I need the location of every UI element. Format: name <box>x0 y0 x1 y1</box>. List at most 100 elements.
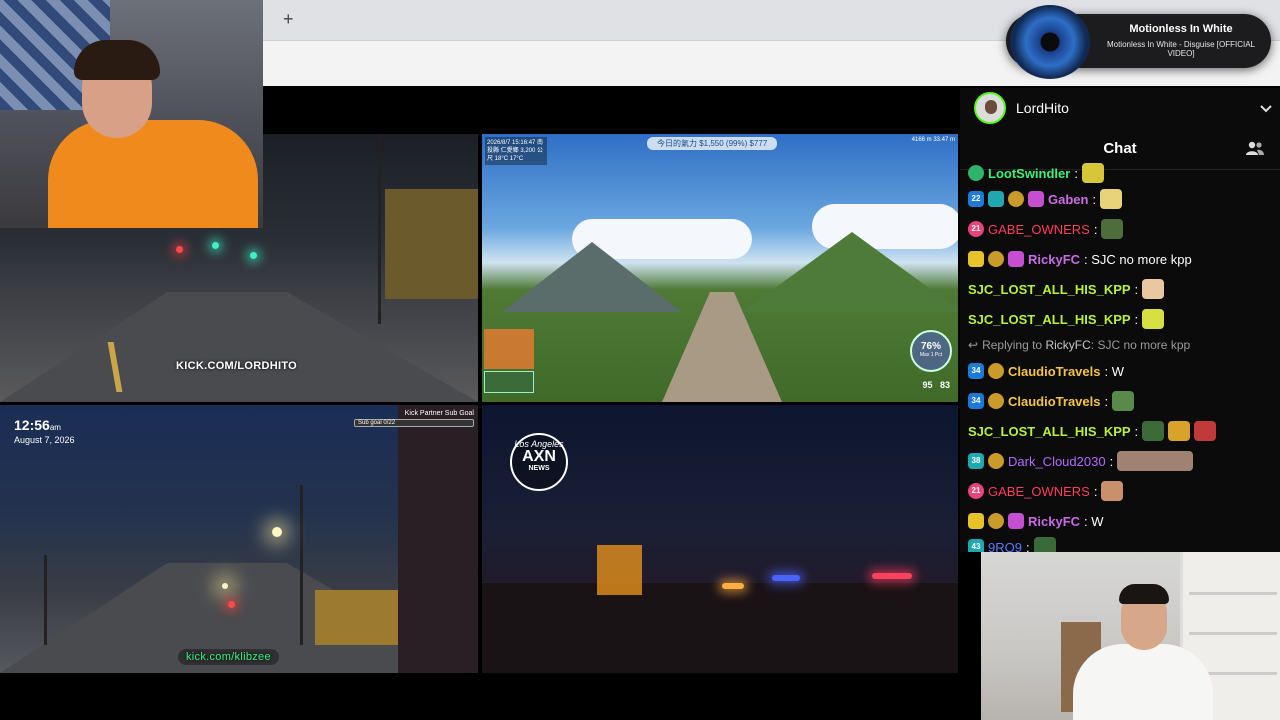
stat-left: 95 <box>922 380 933 390</box>
traffic-signal <box>212 242 219 249</box>
reply-icon: ↩ <box>968 338 979 352</box>
sub-badge-icon: 34 <box>968 393 984 409</box>
now-playing-track: Motionless In White - Disguise [OFFICIAL… <box>1106 40 1256 58</box>
chat-message: RickyFC: W <box>968 506 1272 536</box>
users-icon[interactable] <box>1246 140 1264 156</box>
chat-text: SJC no more kpp <box>1091 251 1192 267</box>
reply-text: SJC no more kpp <box>1097 338 1191 352</box>
mountain-peak <box>742 232 958 312</box>
stream-screen: + KICK.COM/LORDHITO 今日的氣力 $1,550 (99%) $… <box>0 0 1280 720</box>
chat-username[interactable]: LootSwindler <box>988 166 1070 181</box>
chat-username[interactable]: ClaudioTravels <box>1008 364 1100 379</box>
chat-text: W <box>1091 513 1104 529</box>
chat-message: LootSwindler: <box>968 162 1272 184</box>
clock-time: 12:56 <box>14 417 50 433</box>
chat-username[interactable]: SJC_LOST_ALL_HIS_KPP <box>968 282 1131 297</box>
chat-message: 34 ClaudioTravels: <box>968 386 1272 416</box>
dashcam-clock: 12:56am August 7, 2026 <box>14 417 75 445</box>
traffic-signal <box>250 252 257 259</box>
chat-username[interactable]: RickyFC <box>1028 252 1080 267</box>
gift-badge-icon <box>1008 251 1024 267</box>
chat-username[interactable]: Gaben <box>1048 192 1088 207</box>
sub-goal-bar: Sub goal 0/22 <box>354 419 474 427</box>
sub-goal-title: Kick Partner Sub Goal <box>404 410 474 417</box>
chat-username[interactable]: GABE_OWNERS <box>988 484 1090 499</box>
sub-badge-icon: 43 <box>968 539 984 552</box>
album-art-disc <box>1010 5 1090 79</box>
webcam-left <box>0 0 263 228</box>
hud-altitude: 4166 m 33.47 m <box>911 137 955 143</box>
traffic-signal-red <box>228 601 235 608</box>
badge-icon <box>988 363 1004 379</box>
chat-message: 21 GABE_OWNERS: <box>968 476 1272 506</box>
hud-location: 2026/8/7 15:16:47 南投縣 仁愛鄉 3,200 公尺 18°C … <box>485 137 547 165</box>
emote-icon <box>1142 279 1165 299</box>
channel-name[interactable]: LordHito <box>1016 100 1252 116</box>
vehicle-light <box>597 545 642 595</box>
minimap <box>484 371 534 393</box>
chat-message: SJC_LOST_ALL_HIS_KPP: <box>968 274 1272 304</box>
chat-username[interactable]: Dark_Cloud2030 <box>1008 454 1106 469</box>
emote-icon <box>1117 451 1194 471</box>
emote-icon <box>1101 481 1124 501</box>
badge-icon <box>988 191 1004 207</box>
chat-message: 34 ClaudioTravels: W <box>968 356 1272 386</box>
hud-balance: 今日的氣力 $1,550 (99%) $777 <box>647 137 778 150</box>
reply-user[interactable]: RickyFC <box>1045 338 1090 352</box>
sub-goal-widget: Kick Partner Sub Goal Sub goal 0/22 <box>354 410 474 427</box>
badge-icon <box>988 393 1004 409</box>
sub-badge-icon: 21 <box>968 221 984 237</box>
news-logo-main: AXN <box>522 448 556 465</box>
badge-icon <box>968 165 984 181</box>
chat-username[interactable]: SJC_LOST_ALL_HIS_KPP <box>968 312 1131 327</box>
badge-icon <box>988 453 1004 469</box>
emote-icon <box>1142 421 1165 441</box>
tile-dashcam: 12:56am August 7, 2026 Kick Partner Sub … <box>0 405 478 673</box>
chat-message: 22 Gaben: <box>968 184 1272 214</box>
shelf-row <box>1189 592 1277 595</box>
chat-username[interactable]: ClaudioTravels <box>1008 394 1100 409</box>
emote-icon <box>1168 421 1191 441</box>
road <box>0 292 478 402</box>
utility-pole <box>378 134 381 324</box>
window-frame <box>398 405 478 673</box>
chat-title: Chat <box>1103 140 1137 157</box>
chat-messages: LootSwindler: 22 Gaben: 21 GABE_OWNERS: <box>960 163 1280 553</box>
chat-username[interactable]: RickyFC <box>1028 514 1080 529</box>
street <box>482 583 958 673</box>
sub-badge-icon: 38 <box>968 453 984 469</box>
police-light <box>872 573 912 579</box>
news-logo-sub: NEWS <box>528 465 550 472</box>
clock-ampm: am <box>49 423 61 432</box>
sub-badge-icon: 34 <box>968 363 984 379</box>
reply-context: ↩ Replying to RickyFC: SJC no more kpp <box>968 338 1191 352</box>
person-shirt <box>48 120 258 228</box>
avatar[interactable] <box>974 92 1006 124</box>
badge-icon <box>988 513 1004 529</box>
gauge-label: Max 1 Pct <box>919 352 943 358</box>
chat-username[interactable]: 9RO9 <box>988 540 1022 553</box>
chat-username[interactable]: GABE_OWNERS <box>988 222 1090 237</box>
now-playing-artist: Motionless In White <box>1129 23 1233 35</box>
chevron-down-icon[interactable] <box>1252 100 1280 116</box>
person-hair <box>1119 584 1169 604</box>
stream-watermark: KICK.COM/LORDHITO <box>176 360 298 372</box>
chat-message: 21 GABE_OWNERS: <box>968 214 1272 244</box>
channel-header[interactable]: LordHito <box>960 88 1280 128</box>
chat-message: SJC_LOST_ALL_HIS_KPP: <box>968 416 1272 446</box>
emote-icon <box>1112 391 1135 411</box>
streetlight <box>222 583 228 589</box>
police-light <box>772 575 800 581</box>
traffic-signal-red <box>176 246 183 253</box>
badge-icon <box>1008 191 1024 207</box>
building <box>385 189 478 299</box>
now-playing-toast: Motionless In White Motionless In White … <box>1006 5 1271 79</box>
chat-panel: LordHito Chat LootSwindler: 22 Gaben: 21… <box>960 88 1280 552</box>
new-tab-button[interactable]: + <box>283 8 301 30</box>
mountain-peak <box>502 242 682 312</box>
emote-icon <box>1142 309 1165 329</box>
vehicle-light <box>722 583 744 589</box>
crown-badge-icon <box>968 251 984 267</box>
chat-username[interactable]: SJC_LOST_ALL_HIS_KPP <box>968 424 1131 439</box>
sub-badge-icon: 22 <box>968 191 984 207</box>
